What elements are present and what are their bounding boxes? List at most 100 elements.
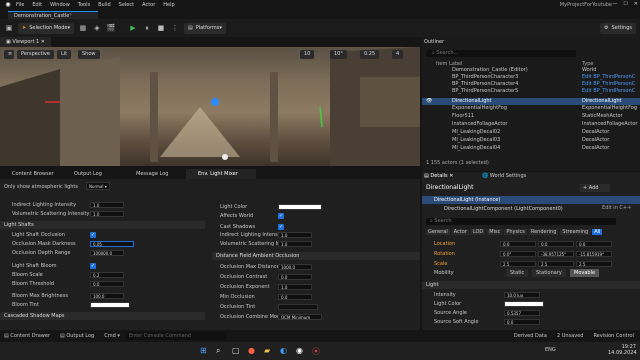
property-value[interactable]: 0.5357 — [504, 310, 540, 316]
prop-value[interactable]: 0.05 — [90, 241, 134, 247]
prop-value[interactable]: 1.0 — [278, 284, 312, 290]
prop-value[interactable]: 1.0 — [90, 202, 124, 208]
tab-content-browser[interactable]: Content Browser — [0, 169, 60, 179]
prop-value[interactable]: 0.0 — [278, 274, 312, 280]
section-light-shafts[interactable]: Light Shafts — [0, 221, 205, 229]
prop-value[interactable]: 0.2 — [90, 272, 124, 278]
add-component-button[interactable]: + Add — [580, 184, 610, 192]
mobility-movable[interactable]: Movable — [570, 269, 600, 277]
level-viewport[interactable]: ≡ Perspective Lit Show 10 10° 0.25 4 — [0, 47, 420, 166]
menu-window[interactable]: Window — [50, 2, 70, 8]
property-value[interactable]: 0.0 — [504, 319, 540, 325]
bloom-tint-swatch[interactable] — [90, 302, 130, 308]
windows-start-icon[interactable]: ⊞ — [200, 346, 210, 356]
obs-icon[interactable]: ⦿ — [312, 346, 320, 357]
platforms-button[interactable]: ▤ Platforms ▾ — [183, 22, 226, 34]
prop-value[interactable]: 100000.0 — [90, 250, 124, 256]
details-tab[interactable]: ▤ Details ✕ — [424, 173, 453, 179]
menu-file[interactable]: File — [16, 2, 24, 8]
pause-icon[interactable]: ⏸ — [142, 23, 152, 33]
atmospheric-filter-select[interactable]: Normal ▾ — [86, 182, 110, 190]
outliner-row[interactable]: ExponentialHeightFog ExponentialHeightFog — [422, 105, 640, 112]
level-tab[interactable]: Demonstration_Castle* — [8, 11, 98, 19]
filter-all[interactable]: All — [592, 229, 603, 235]
unsaved-button[interactable]: 2 Unsaved — [557, 333, 583, 339]
blueprint-icon[interactable]: ◈ — [92, 23, 102, 33]
app-icon[interactable]: ● — [248, 346, 255, 355]
output-log-button[interactable]: ▤ Output Log — [60, 333, 94, 339]
outliner-row[interactable]: MI_LeakingDecal03 DecalActor — [422, 137, 640, 144]
outliner-row[interactable]: MI_LeakingDecal04 DecalActor — [422, 145, 640, 152]
tab-output-log[interactable]: Output Log — [62, 169, 122, 179]
outliner-tab[interactable]: Outliner — [424, 39, 444, 45]
filter-lod[interactable]: LOD — [470, 229, 486, 235]
prop-value[interactable]: 1.0 — [278, 241, 312, 247]
language-indicator[interactable]: ENG — [545, 347, 556, 353]
rotation-z[interactable]: -15.815919° — [576, 251, 612, 257]
mobility-stationary[interactable]: Stationary — [532, 269, 566, 277]
tab-env-light-mixer[interactable]: Env. Light Mixer — [186, 169, 256, 179]
occlusion-tint-swatch[interactable] — [278, 304, 318, 310]
derived-data-button[interactable]: Derived Data — [514, 333, 547, 339]
mobility-static[interactable]: Static — [506, 269, 529, 277]
prop-value[interactable]: 0.0 — [278, 294, 312, 300]
property-value[interactable]: 10.0 lux — [504, 292, 540, 298]
play-icon[interactable]: ▶ — [128, 23, 138, 33]
menu-actor[interactable]: Actor — [142, 2, 155, 8]
revision-control-button[interactable]: Revision Control — [593, 333, 634, 339]
viewport-tab[interactable]: ▣ Viewport 1 ✕ — [0, 37, 51, 47]
outliner-row[interactable]: Demonstration_Castle (Editor) World — [422, 67, 640, 74]
scale-z[interactable]: 2.5 — [576, 261, 612, 267]
browser-icon[interactable]: ◐ — [280, 346, 287, 355]
rotation-x[interactable]: 0.0° — [500, 251, 536, 257]
light-gizmo[interactable] — [211, 98, 219, 106]
light-shaft-occlusion-checkbox[interactable]: ✓ — [90, 232, 96, 238]
content-drawer-button[interactable]: ▤ Content Drawer — [4, 333, 50, 339]
prop-value[interactable]: 1.0 — [278, 232, 312, 238]
outliner-row[interactable]: InstancedFoliageActor InstancedFoliageAct… — [422, 121, 640, 128]
light-color-swatch[interactable] — [278, 204, 322, 210]
menu-edit[interactable]: Edit — [32, 2, 42, 8]
outliner-row[interactable]: MI_LeakingDecal02 DecalActor — [422, 129, 640, 136]
menu-select[interactable]: Select — [119, 2, 134, 8]
section-cascaded-shadow-maps[interactable]: Cascaded Shadow Maps — [0, 312, 205, 320]
show-button[interactable]: Show — [78, 50, 100, 59]
filter-general[interactable]: General — [426, 229, 450, 235]
prop-value[interactable]: 100.0 — [90, 293, 124, 299]
outliner-search-input[interactable]: ⌕ Search... — [426, 50, 576, 57]
stop-icon[interactable]: ■ — [156, 23, 166, 33]
settings-button[interactable]: ⚙ Settings — [600, 22, 636, 34]
cast-shadows-checkbox[interactable]: ✓ — [278, 224, 284, 230]
filter-physics[interactable]: Physics — [504, 229, 527, 235]
lit-button[interactable]: Lit — [57, 50, 72, 59]
filter-misc[interactable]: Misc — [487, 229, 503, 235]
menu-help[interactable]: Help — [163, 2, 174, 8]
cinematics-icon[interactable]: 🎬 — [106, 23, 116, 33]
rotation-y[interactable]: -38.957125° — [538, 251, 574, 257]
scale-y[interactable]: 2.5 — [538, 261, 574, 267]
tab-message-log[interactable]: Message Log — [124, 169, 184, 179]
save-icon[interactable]: ▣ — [4, 23, 14, 33]
details-search-input[interactable]: ⌕ Search — [426, 218, 616, 225]
component-root[interactable]: DirectionalLight (Instance) — [422, 196, 640, 204]
outliner-row[interactable]: BP_ThirdPersonCharacter5 Edit BP_ThirdPer… — [422, 88, 640, 95]
explorer-icon[interactable]: ▰ — [264, 346, 270, 355]
perspective-button[interactable]: Perspective — [17, 50, 54, 59]
prop-value[interactable]: 0.0 — [90, 281, 124, 287]
scale-x[interactable]: 2.5 — [500, 261, 536, 267]
more-options-icon[interactable]: ⋮ — [170, 23, 180, 33]
taskview-icon[interactable]: ▢ — [232, 346, 240, 355]
outliner-row[interactable]: BP_ThirdPersonCharacter4 Edit BP_ThirdPer… — [422, 81, 640, 88]
filter-actor[interactable]: Actor — [451, 229, 469, 235]
prop-value[interactable]: OCM Minimum — [278, 314, 322, 320]
snap-grid-button[interactable]: 10 — [300, 50, 315, 59]
clock[interactable]: 19:27 14.09.2024 — [608, 344, 637, 356]
unreal-logo-icon[interactable]: ◉ — [3, 1, 13, 9]
content-icon[interactable]: ▦ — [78, 23, 88, 33]
selection-mode-button[interactable]: ➤ Selection Mode ▾ — [18, 22, 74, 34]
world-settings-tab[interactable]: 🌐 World Settings — [482, 173, 526, 179]
visibility-eye-icon[interactable]: 👁 — [426, 98, 432, 105]
cmd-button[interactable]: Cmd ▾ — [104, 333, 120, 339]
light-shaft-bloom-checkbox[interactable]: ✓ — [90, 263, 96, 269]
outliner-row-selected[interactable]: 👁 DirectionalLight DirectionalLight — [422, 98, 640, 105]
